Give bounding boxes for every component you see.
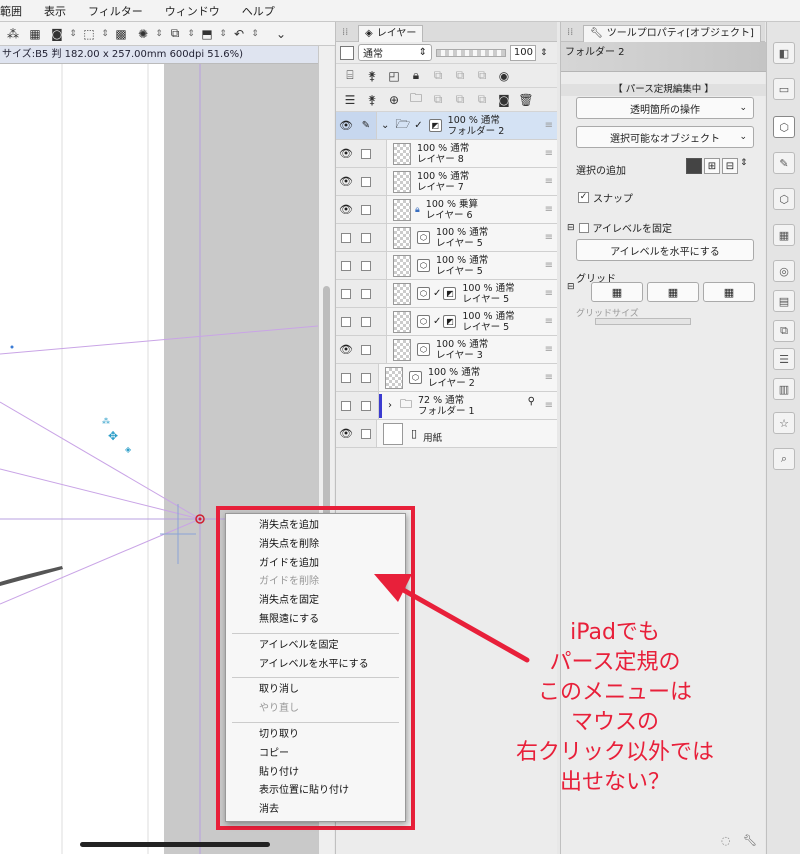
annotation-line: iPadでも — [570, 620, 660, 645]
annotation-line: 出せない？ — [559, 770, 670, 795]
annotation-line: このメニューは — [537, 680, 692, 705]
annotation-line: パース定規の — [549, 650, 681, 675]
annotation-text: iPadでも パース定規の このメニューは マウスの 右クリック以外では 出せな… — [490, 618, 740, 798]
annotation-line: マウスの — [570, 710, 659, 735]
home-indicator[interactable] — [80, 842, 270, 847]
annotation-line: 右クリック以外では — [515, 740, 714, 765]
